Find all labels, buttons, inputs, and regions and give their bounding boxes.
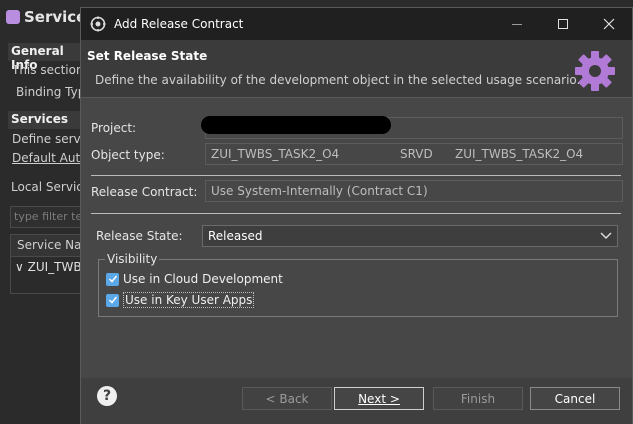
key-user-apps-checkbox[interactable]: Use in Key User Apps <box>106 292 255 308</box>
object-type-value-1: ZUI_TWBS_TASK2_O4 <box>211 147 340 161</box>
header-description: Define the availability of the developme… <box>95 73 581 87</box>
settings-gear-icon <box>575 51 615 91</box>
maximize-button[interactable] <box>540 8 586 40</box>
local-service-label: Local Service <box>11 180 91 194</box>
object-type-value-3: ZUI_TWBS_TASK2_O4 <box>455 147 584 161</box>
dialog-footer: ? < Back Next > Finish Cancel <box>81 378 632 424</box>
checkbox-checked-icon[interactable] <box>106 272 119 286</box>
visibility-legend: Visibility <box>105 252 160 266</box>
cloud-development-checkbox[interactable]: Use in Cloud Development <box>106 272 283 286</box>
object-type-value-2: SRVD <box>400 147 433 161</box>
services-text: Define servic <box>12 132 91 146</box>
release-contract-label: Release Contract: <box>91 185 198 199</box>
project-label: Project: <box>91 121 137 135</box>
wizard-header: Set Release State Define the availabilit… <box>81 40 632 98</box>
close-icon <box>603 18 615 30</box>
filter-input[interactable]: type filter te <box>10 206 82 228</box>
default-auth-link[interactable]: Default Auth <box>12 151 88 165</box>
key-user-apps-label: Use in Key User Apps <box>123 292 255 308</box>
services-section[interactable]: Services <box>8 111 88 129</box>
finish-button[interactable]: Finish <box>433 387 523 410</box>
redacted-project-name <box>201 116 391 134</box>
checkbox-checked-icon[interactable] <box>106 293 119 307</box>
service-table-header[interactable]: Service Nar <box>11 235 81 257</box>
service-table-row[interactable]: ∨ ZUI_TWB <box>11 257 81 277</box>
chevron-down-icon[interactable] <box>598 229 614 243</box>
dialog-titlebar[interactable]: Add Release Contract <box>81 8 632 40</box>
release-state-select[interactable]: Released <box>202 225 618 247</box>
cloud-development-label: Use in Cloud Development <box>123 272 283 286</box>
cancel-button[interactable]: Cancel <box>530 387 620 410</box>
service-table: Service Nar ∨ ZUI_TWB <box>10 234 82 294</box>
dialog-title: Add Release Contract <box>114 17 244 31</box>
general-info-section[interactable]: General Info <box>8 43 88 72</box>
close-button[interactable] <box>586 8 632 40</box>
maximize-icon <box>558 19 568 29</box>
minimize-icon <box>512 23 522 25</box>
object-type-label: Object type: <box>91 148 165 162</box>
add-release-contract-dialog: Add Release Contract Set Release State D… <box>80 7 633 424</box>
editor-title: Service <box>6 8 86 26</box>
next-button[interactable]: Next > <box>334 387 424 410</box>
minimize-button[interactable] <box>494 8 540 40</box>
separator-2 <box>91 213 621 214</box>
help-icon[interactable]: ? <box>97 386 117 406</box>
visibility-group: Visibility Use in Cloud Development Use … <box>98 252 618 317</box>
release-contract-field: Use System-Internally (Contract C1) <box>205 180 623 202</box>
object-type-field: ZUI_TWBS_TASK2_O4 SRVD ZUI_TWBS_TASK2_O4 <box>205 143 623 165</box>
release-state-value: Released <box>208 229 263 243</box>
release-state-label: Release State: <box>96 229 183 243</box>
eclipse-gear-icon <box>90 16 106 32</box>
expand-chevron-icon[interactable]: ∨ <box>15 260 24 274</box>
binding-type-label: Binding Typ <box>16 85 86 99</box>
back-button[interactable]: < Back <box>242 387 332 410</box>
separator-1 <box>91 175 621 176</box>
service-binding-icon <box>6 10 20 24</box>
header-title: Set Release State <box>87 49 208 63</box>
